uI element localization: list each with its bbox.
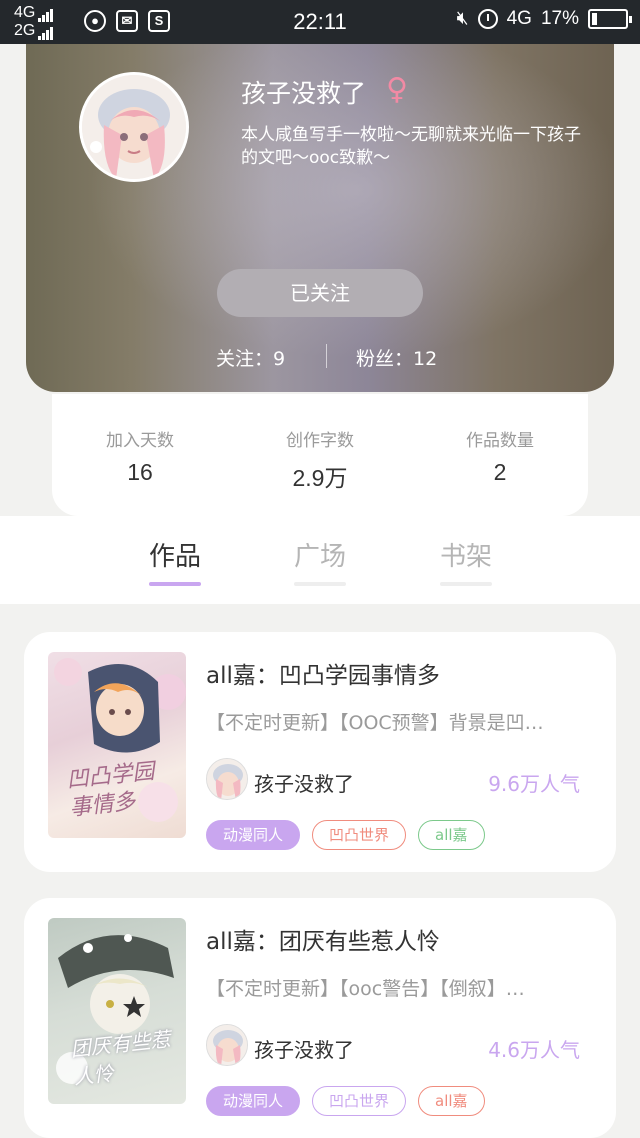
network-type-right: 4G — [506, 8, 532, 29]
tab-indicator — [440, 582, 492, 586]
battery-percent: 17% — [540, 8, 579, 29]
tab-label: 广场 — [293, 542, 346, 572]
stat-word-count: 创作字数 2.9万 — [250, 426, 390, 493]
tab-square[interactable]: 广场 — [280, 536, 360, 586]
battery-icon — [588, 9, 632, 29]
follow-button[interactable]: 已关注 — [217, 269, 423, 317]
author-avatar[interactable] — [206, 758, 248, 800]
author-avatar-image — [207, 759, 247, 799]
cover-title: 团厌有些惹人怜 — [69, 1026, 172, 1090]
work-title[interactable]: all嘉：团厌有些惹人怜 — [206, 922, 440, 956]
work-card[interactable]: 凹凸学园事情多 all嘉：凹凸学园事情多 【不定时更新】【OOC预警】背景是凹…… — [24, 632, 616, 872]
stat-value: 16 — [127, 459, 153, 485]
popularity-count: 9.6万人气 — [488, 772, 580, 796]
stat-work-count: 作品数量 2 — [430, 426, 570, 486]
author-name[interactable]: 孩子没救了 — [254, 768, 354, 797]
work-cover[interactable]: 团厌有些惹人怜 — [48, 918, 186, 1104]
tab-bar: 作品 广场 书架 — [0, 516, 640, 604]
tag-category[interactable]: 动漫同人 — [206, 820, 301, 850]
work-description: 【不定时更新】【OOC预警】背景是凹… — [206, 712, 544, 734]
user-bio: 本人咸鱼写手一枚啦～无聊就来光临一下孩子的文吧～ooc致歉～ — [241, 125, 581, 168]
tag-fandom[interactable]: 凹凸世界 — [312, 1086, 407, 1116]
tab-active-indicator — [149, 582, 201, 586]
work-cover[interactable]: 凹凸学园事情多 — [48, 652, 186, 838]
battery-level — [592, 13, 597, 25]
work-description: 【不定时更新】【ooc警告】【倒叙】… — [206, 978, 525, 1000]
stat-label: 创作字数 — [286, 431, 354, 451]
work-title[interactable]: all嘉：凹凸学园事情多 — [206, 656, 440, 690]
tag-fandom[interactable]: 凹凸世界 — [312, 820, 407, 850]
tag-pairing[interactable]: all嘉 — [418, 820, 485, 850]
female-gender-icon: ♀ — [386, 72, 408, 107]
tag-list: 动漫同人 凹凸世界 all嘉 — [206, 1086, 485, 1116]
author-name[interactable]: 孩子没救了 — [254, 1034, 354, 1063]
status-right: 🔇︎ 4G 17% — [456, 8, 632, 30]
divider — [326, 344, 327, 368]
tab-bookshelf[interactable]: 书架 — [426, 536, 506, 586]
avatar-image — [82, 75, 186, 179]
author-avatar[interactable] — [206, 1024, 248, 1066]
tab-works[interactable]: 作品 — [135, 536, 215, 586]
author-avatar-image — [207, 1025, 247, 1065]
profile-header: 孩子没救了 ♀ 本人咸鱼写手一枚啦～无聊就来光临一下孩子的文吧～ooc致歉～ 已… — [26, 0, 614, 392]
status-bar: 4G 2G ● ✉ S 22:11 🔇︎ 4G 17% — [0, 0, 640, 44]
stat-join-days: 加入天数 16 — [70, 426, 210, 486]
following-count[interactable]: 关注：9 — [216, 344, 285, 371]
tab-label: 书架 — [439, 542, 492, 572]
popularity-count: 4.6万人气 — [488, 1038, 580, 1062]
tag-category[interactable]: 动漫同人 — [206, 1086, 301, 1116]
stat-label: 作品数量 — [466, 431, 534, 451]
tab-label: 作品 — [148, 542, 201, 572]
stat-label: 加入天数 — [106, 431, 174, 451]
tag-list: 动漫同人 凹凸世界 all嘉 — [206, 820, 485, 850]
avatar[interactable] — [79, 72, 189, 182]
stat-value: 2.9万 — [292, 465, 348, 491]
stat-value: 2 — [493, 459, 507, 485]
alarm-icon — [477, 9, 498, 29]
tag-pairing[interactable]: all嘉 — [418, 1086, 485, 1116]
user-name: 孩子没救了 — [241, 79, 367, 108]
stats-card: 加入天数 16 创作字数 2.9万 作品数量 2 — [52, 394, 588, 516]
fans-count[interactable]: 粉丝：12 — [356, 344, 437, 371]
tab-indicator — [294, 582, 346, 586]
mute-icon: 🔇︎ — [456, 8, 469, 29]
cover-title: 凹凸学园事情多 — [65, 759, 156, 822]
work-card[interactable]: 团厌有些惹人怜 all嘉：团厌有些惹人怜 【不定时更新】【ooc警告】【倒叙】…… — [24, 898, 616, 1138]
